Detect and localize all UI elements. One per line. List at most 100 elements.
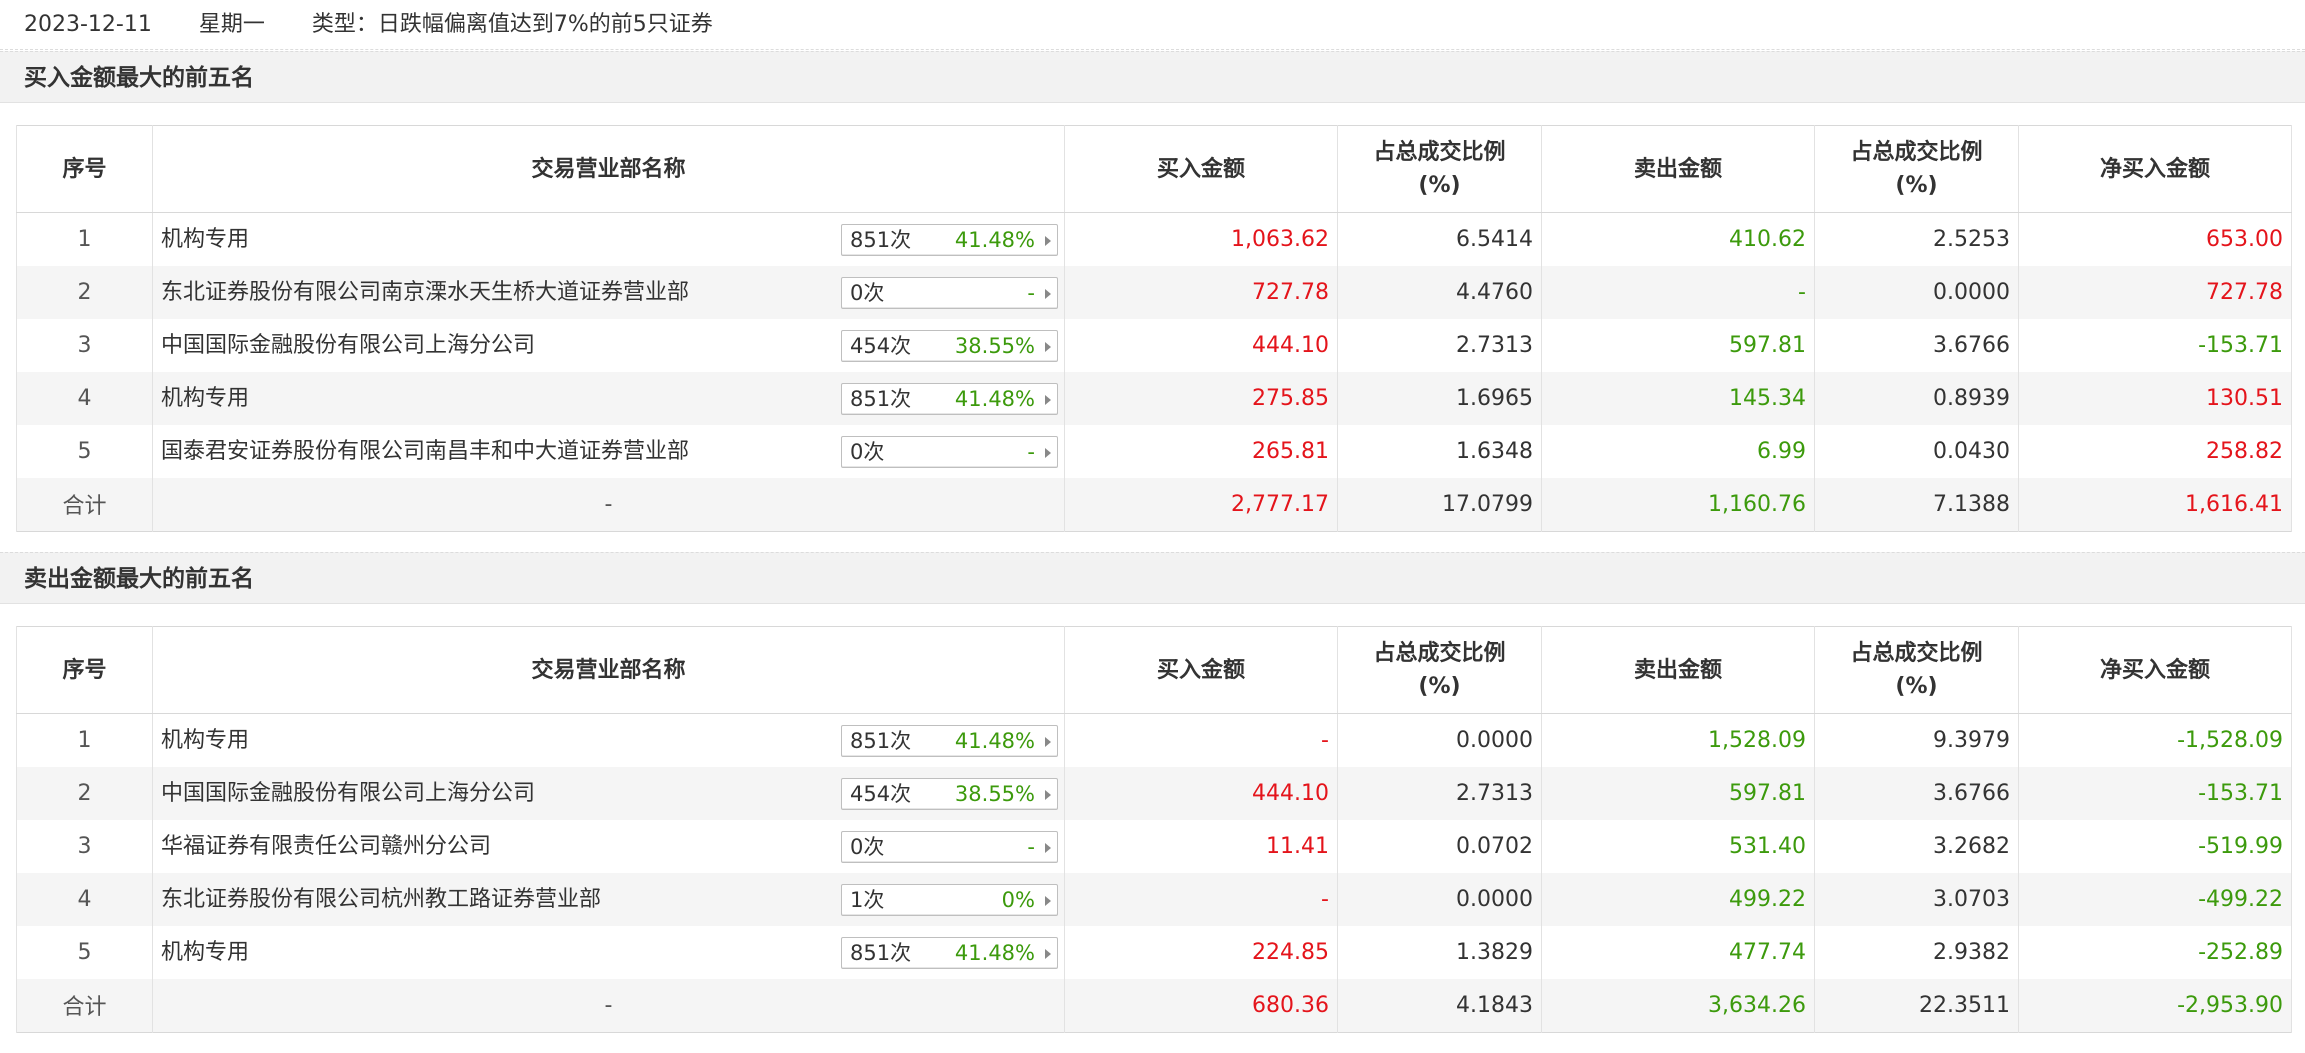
net-amount: -1,528.09 (2018, 713, 2292, 767)
net-amount: 653.00 (2018, 212, 2292, 266)
col-header-sell-ratio-l1: 占总成交比例 (1850, 140, 1983, 165)
table-row: 2 东北证券股份有限公司南京溧水天生桥大道证券营业部 0次 -727.78 4.4760… (16, 266, 2292, 319)
buy-amount: 265.81 (1064, 425, 1338, 478)
arrow-right-icon (1045, 737, 1051, 747)
total-row: 合计 -680.36 4.1843 3,634.26 22.3511 -2,953.90 (16, 979, 2292, 1032)
trade-weekday: 星期一 (198, 12, 265, 37)
row-index: 3 (16, 820, 153, 873)
row-index: 2 (16, 767, 153, 820)
broker-appearance-count: 851次 (850, 941, 912, 965)
col-header-sell[interactable]: 卖出金额 (1541, 626, 1815, 714)
row-index: 5 (16, 926, 153, 979)
broker-stats-dropdown[interactable]: 851次 41.48% (841, 224, 1058, 256)
arrow-right-icon (1045, 843, 1051, 853)
broker-stats-dropdown[interactable]: 0次 - (841, 277, 1058, 309)
sell-ratio: 2.5253 (1814, 212, 2019, 266)
table-row: 2 中国国际金融股份有限公司上海分公司 454次 38.55% 444.10 2.7313… (16, 767, 2292, 820)
net-amount: -519.99 (2018, 820, 2292, 873)
broker-name-link[interactable]: 机构专用 (161, 926, 249, 979)
buy-ratio: 2.7313 (1337, 319, 1542, 372)
sell-amount: 531.40 (1541, 820, 1815, 873)
table-row: 3 华福证券有限责任公司赣州分公司 0次 - 11.41 0.0702 531.40 3.26… (16, 820, 2292, 873)
broker-cell: 机构专用 851次 41.48% (152, 713, 1065, 767)
broker-name-link[interactable]: 机构专用 (161, 372, 249, 425)
col-header-buy-ratio[interactable]: 占总成交比例 (%) (1337, 626, 1542, 714)
arrow-right-icon (1045, 790, 1051, 800)
col-header-sell-ratio[interactable]: 占总成交比例 (%) (1814, 626, 2019, 714)
table-row: 4 机构专用 851次 41.48% 275.85 1.6965 145.34 0.8939 1… (16, 372, 2292, 425)
broker-name-link[interactable]: 东北证券股份有限公司南京溧水天生桥大道证券营业部 (161, 266, 689, 319)
col-header-idx[interactable]: 序号 (16, 125, 153, 213)
broker-name-link[interactable]: 国泰君安证券股份有限公司南昌丰和中大道证券营业部 (161, 425, 689, 478)
total-buy-ratio: 4.1843 (1337, 979, 1542, 1032)
total-label: 合计 (16, 979, 153, 1032)
broker-stats-dropdown[interactable]: 851次 41.48% (841, 937, 1058, 969)
col-header-sell-ratio-l2: (%) (1895, 173, 1938, 198)
col-header-sell[interactable]: 卖出金额 (1541, 125, 1815, 213)
col-header-buy[interactable]: 买入金额 (1064, 626, 1338, 714)
buy-ratio: 0.0000 (1337, 713, 1542, 767)
broker-stats-dropdown[interactable]: 0次 - (841, 436, 1058, 468)
col-header-buy-ratio-l2: (%) (1418, 173, 1461, 198)
table-row: 1 机构专用 851次 41.48% -0.0000 1,528.09 9.3979 -1,5… (16, 713, 2292, 767)
row-index: 1 (16, 212, 153, 266)
sell-amount: 6.99 (1541, 425, 1815, 478)
sell-top5-table: 序号 交易营业部名称 买入金额 占总成交比例 (%) 卖出金额 占总成交比例 (%)… (16, 626, 2292, 1033)
col-header-buy[interactable]: 买入金额 (1064, 125, 1338, 213)
broker-stats-dropdown[interactable]: 1次 0% (841, 884, 1058, 916)
total-sell-amount: 3,634.26 (1541, 979, 1815, 1032)
sell-ratio: 3.2682 (1814, 820, 2019, 873)
col-header-sell-ratio[interactable]: 占总成交比例 (%) (1814, 125, 2019, 213)
broker-name-link[interactable]: 机构专用 (161, 213, 249, 266)
col-header-buy-ratio[interactable]: 占总成交比例 (%) (1337, 125, 1542, 213)
total-net-amount: 1,616.41 (2018, 478, 2292, 531)
total-buy-amount: 2,777.17 (1064, 478, 1338, 531)
broker-stats-dropdown[interactable]: 0次 - (841, 831, 1058, 863)
col-header-net[interactable]: 净买入金额 (2018, 626, 2292, 714)
buy-amount: 444.10 (1064, 319, 1338, 372)
net-amount: -153.71 (2018, 319, 2292, 372)
broker-name-link[interactable]: 中国国际金融股份有限公司上海分公司 (161, 767, 535, 820)
col-header-buy-ratio-l1: 占总成交比例 (1373, 641, 1506, 666)
broker-stats-dropdown[interactable]: 454次 38.55% (841, 778, 1058, 810)
buy-amount: 444.10 (1064, 767, 1338, 820)
row-index: 1 (16, 713, 153, 767)
col-header-name[interactable]: 交易营业部名称 (152, 626, 1065, 714)
list-type: 类型：日跌幅偏离值达到7%的前5只证券 (311, 12, 713, 37)
buy-ratio: 0.0000 (1337, 873, 1542, 926)
broker-name-link[interactable]: 华福证券有限责任公司赣州分公司 (161, 820, 491, 873)
buy-amount: 11.41 (1064, 820, 1338, 873)
broker-cell: 东北证券股份有限公司南京溧水天生桥大道证券营业部 0次 - (152, 266, 1065, 319)
broker-name-link[interactable]: 机构专用 (161, 714, 249, 767)
total-row: 合计 -2,777.17 17.0799 1,160.76 7.1388 1,616.41 (16, 478, 2292, 531)
arrow-right-icon (1045, 395, 1051, 405)
table-row: 4 东北证券股份有限公司杭州教工路证券营业部 1次 0% -0.0000 499.22 3.… (16, 873, 2292, 926)
table-row: 5 机构专用 851次 41.48% 224.85 1.3829 477.74 2.9382-… (16, 926, 2292, 979)
table-row: 1 机构专用 851次 41.48% 1,063.62 6.5414 410.62 2.525… (16, 212, 2292, 266)
buy-section-title: 买入金额最大的前五名 (0, 51, 2305, 103)
broker-cell: 中国国际金融股份有限公司上海分公司 454次 38.55% (152, 319, 1065, 372)
broker-appearance-count: 851次 (850, 729, 912, 753)
net-amount: -499.22 (2018, 873, 2292, 926)
net-amount: 130.51 (2018, 372, 2292, 425)
broker-stats-dropdown[interactable]: 454次 38.55% (841, 330, 1058, 362)
arrow-right-icon (1045, 896, 1051, 906)
broker-name-link[interactable]: 中国国际金融股份有限公司上海分公司 (161, 319, 535, 372)
buy-top5-table: 序号 交易营业部名称 买入金额 占总成交比例 (%) 卖出金额 占总成交比例 (%)… (16, 125, 2292, 532)
broker-appearance-count: 454次 (850, 334, 912, 358)
table-row: 3 中国国际金融股份有限公司上海分公司 454次 38.55% 444.10 2.7313… (16, 319, 2292, 372)
broker-appearance-count: 0次 (850, 835, 885, 859)
sell-ratio: 3.0703 (1814, 873, 2019, 926)
broker-stats-dropdown[interactable]: 851次 41.48% (841, 383, 1058, 415)
row-index: 4 (16, 873, 153, 926)
top-info-bar: 2023-12-11 星期一 类型：日跌幅偏离值达到7%的前5只证券 (0, 0, 2305, 50)
col-header-name[interactable]: 交易营业部名称 (152, 125, 1065, 213)
net-amount: -252.89 (2018, 926, 2292, 979)
col-header-sell-ratio-l1: 占总成交比例 (1850, 641, 1983, 666)
broker-name-link[interactable]: 东北证券股份有限公司杭州教工路证券营业部 (161, 873, 601, 926)
broker-stats-dropdown[interactable]: 851次 41.48% (841, 725, 1058, 757)
col-header-net[interactable]: 净买入金额 (2018, 125, 2292, 213)
col-header-idx[interactable]: 序号 (16, 626, 153, 714)
sell-amount: 499.22 (1541, 873, 1815, 926)
total-sell-ratio: 7.1388 (1814, 478, 2019, 531)
